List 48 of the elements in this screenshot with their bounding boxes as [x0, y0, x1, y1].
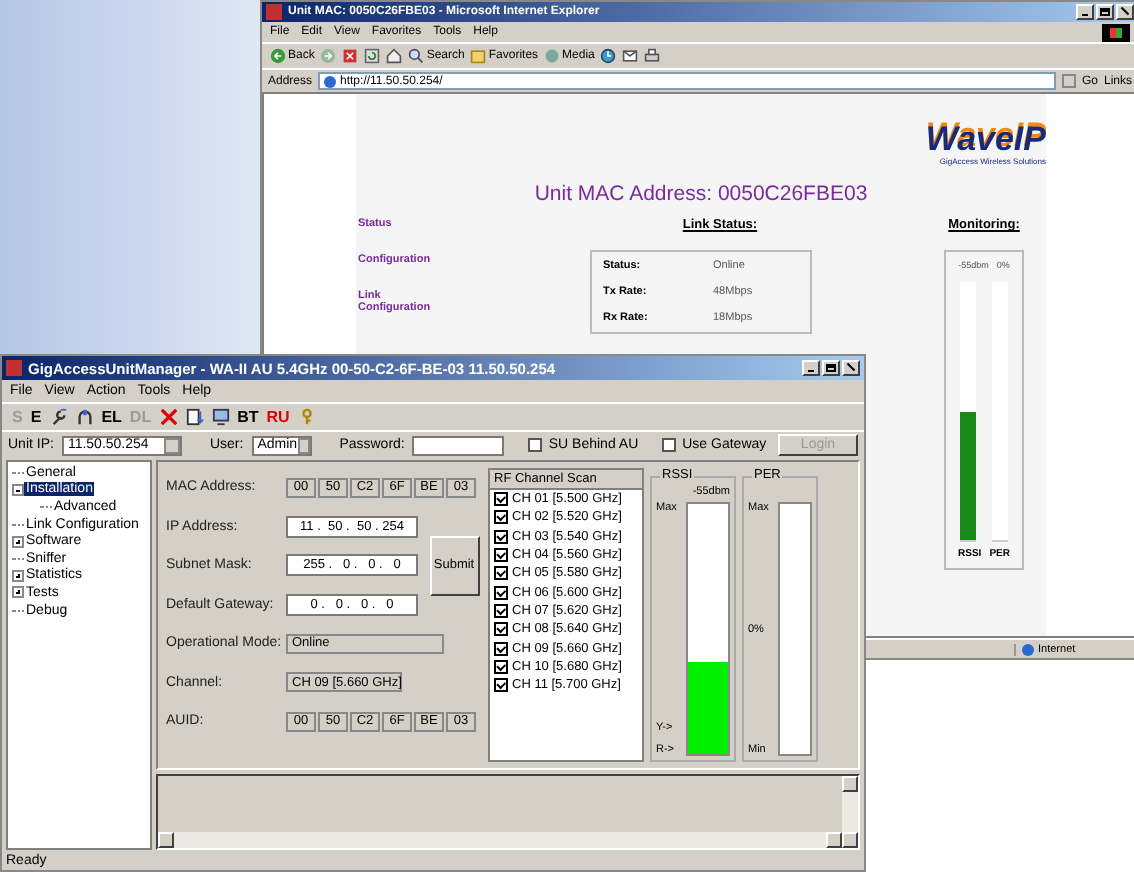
maximize-button[interactable]	[822, 360, 840, 376]
plug-icon[interactable]	[75, 408, 94, 426]
mail-icon[interactable]	[622, 48, 639, 64]
checkbox[interactable]	[494, 548, 508, 563]
checkbox[interactable]	[494, 678, 508, 693]
minimize-button[interactable]	[1076, 4, 1094, 20]
maximize-button[interactable]	[1096, 4, 1114, 20]
browser-icon	[266, 4, 282, 20]
checkbox[interactable]	[494, 641, 508, 656]
delete-icon[interactable]	[159, 408, 178, 426]
app-icon	[6, 360, 22, 376]
close-button[interactable]	[1116, 4, 1134, 20]
expander[interactable]	[12, 569, 24, 582]
vertical-scrollbar[interactable]	[842, 776, 858, 848]
search-icon	[408, 48, 425, 64]
house-icon[interactable]	[386, 48, 403, 64]
media-icon	[544, 48, 561, 64]
printer-icon[interactable]	[644, 48, 661, 64]
close-button[interactable]	[842, 360, 860, 376]
monitor-icon[interactable]	[211, 408, 230, 426]
wrench-icon[interactable]	[49, 408, 68, 426]
logo-wordmark: WaveIP	[925, 122, 1046, 156]
refresh-icon[interactable]	[364, 48, 381, 64]
checkbox[interactable]	[494, 529, 508, 544]
expander[interactable]	[12, 535, 24, 548]
toolbar-button[interactable]: EL	[101, 408, 122, 426]
checkbox[interactable]	[494, 622, 508, 637]
page-heading: Unit MAC Address: 0050C26FBE03	[532, 182, 870, 206]
checkbox[interactable]	[528, 438, 543, 452]
checkbox[interactable]	[494, 603, 508, 618]
stop-icon[interactable]	[342, 48, 359, 64]
toolbar-button[interactable]: BT	[237, 408, 259, 426]
horizontal-scrollbar[interactable]	[158, 832, 842, 848]
checkbox[interactable]	[494, 510, 508, 525]
password-field[interactable]	[412, 435, 505, 455]
back-arrow-icon[interactable]	[270, 48, 286, 64]
toolbar-button[interactable]: E	[30, 408, 42, 426]
checkbox[interactable]	[494, 585, 508, 600]
checkbox[interactable]	[494, 659, 508, 674]
flag-logo-icon	[1102, 23, 1130, 41]
minimize-button[interactable]	[802, 360, 820, 376]
expander[interactable]	[12, 586, 24, 599]
globe-icon	[1022, 643, 1034, 655]
checkbox[interactable]	[494, 492, 508, 507]
checkbox[interactable]	[494, 566, 508, 581]
history-icon[interactable]	[600, 48, 617, 64]
checkbox[interactable]	[662, 438, 677, 452]
expander[interactable]	[12, 483, 24, 496]
